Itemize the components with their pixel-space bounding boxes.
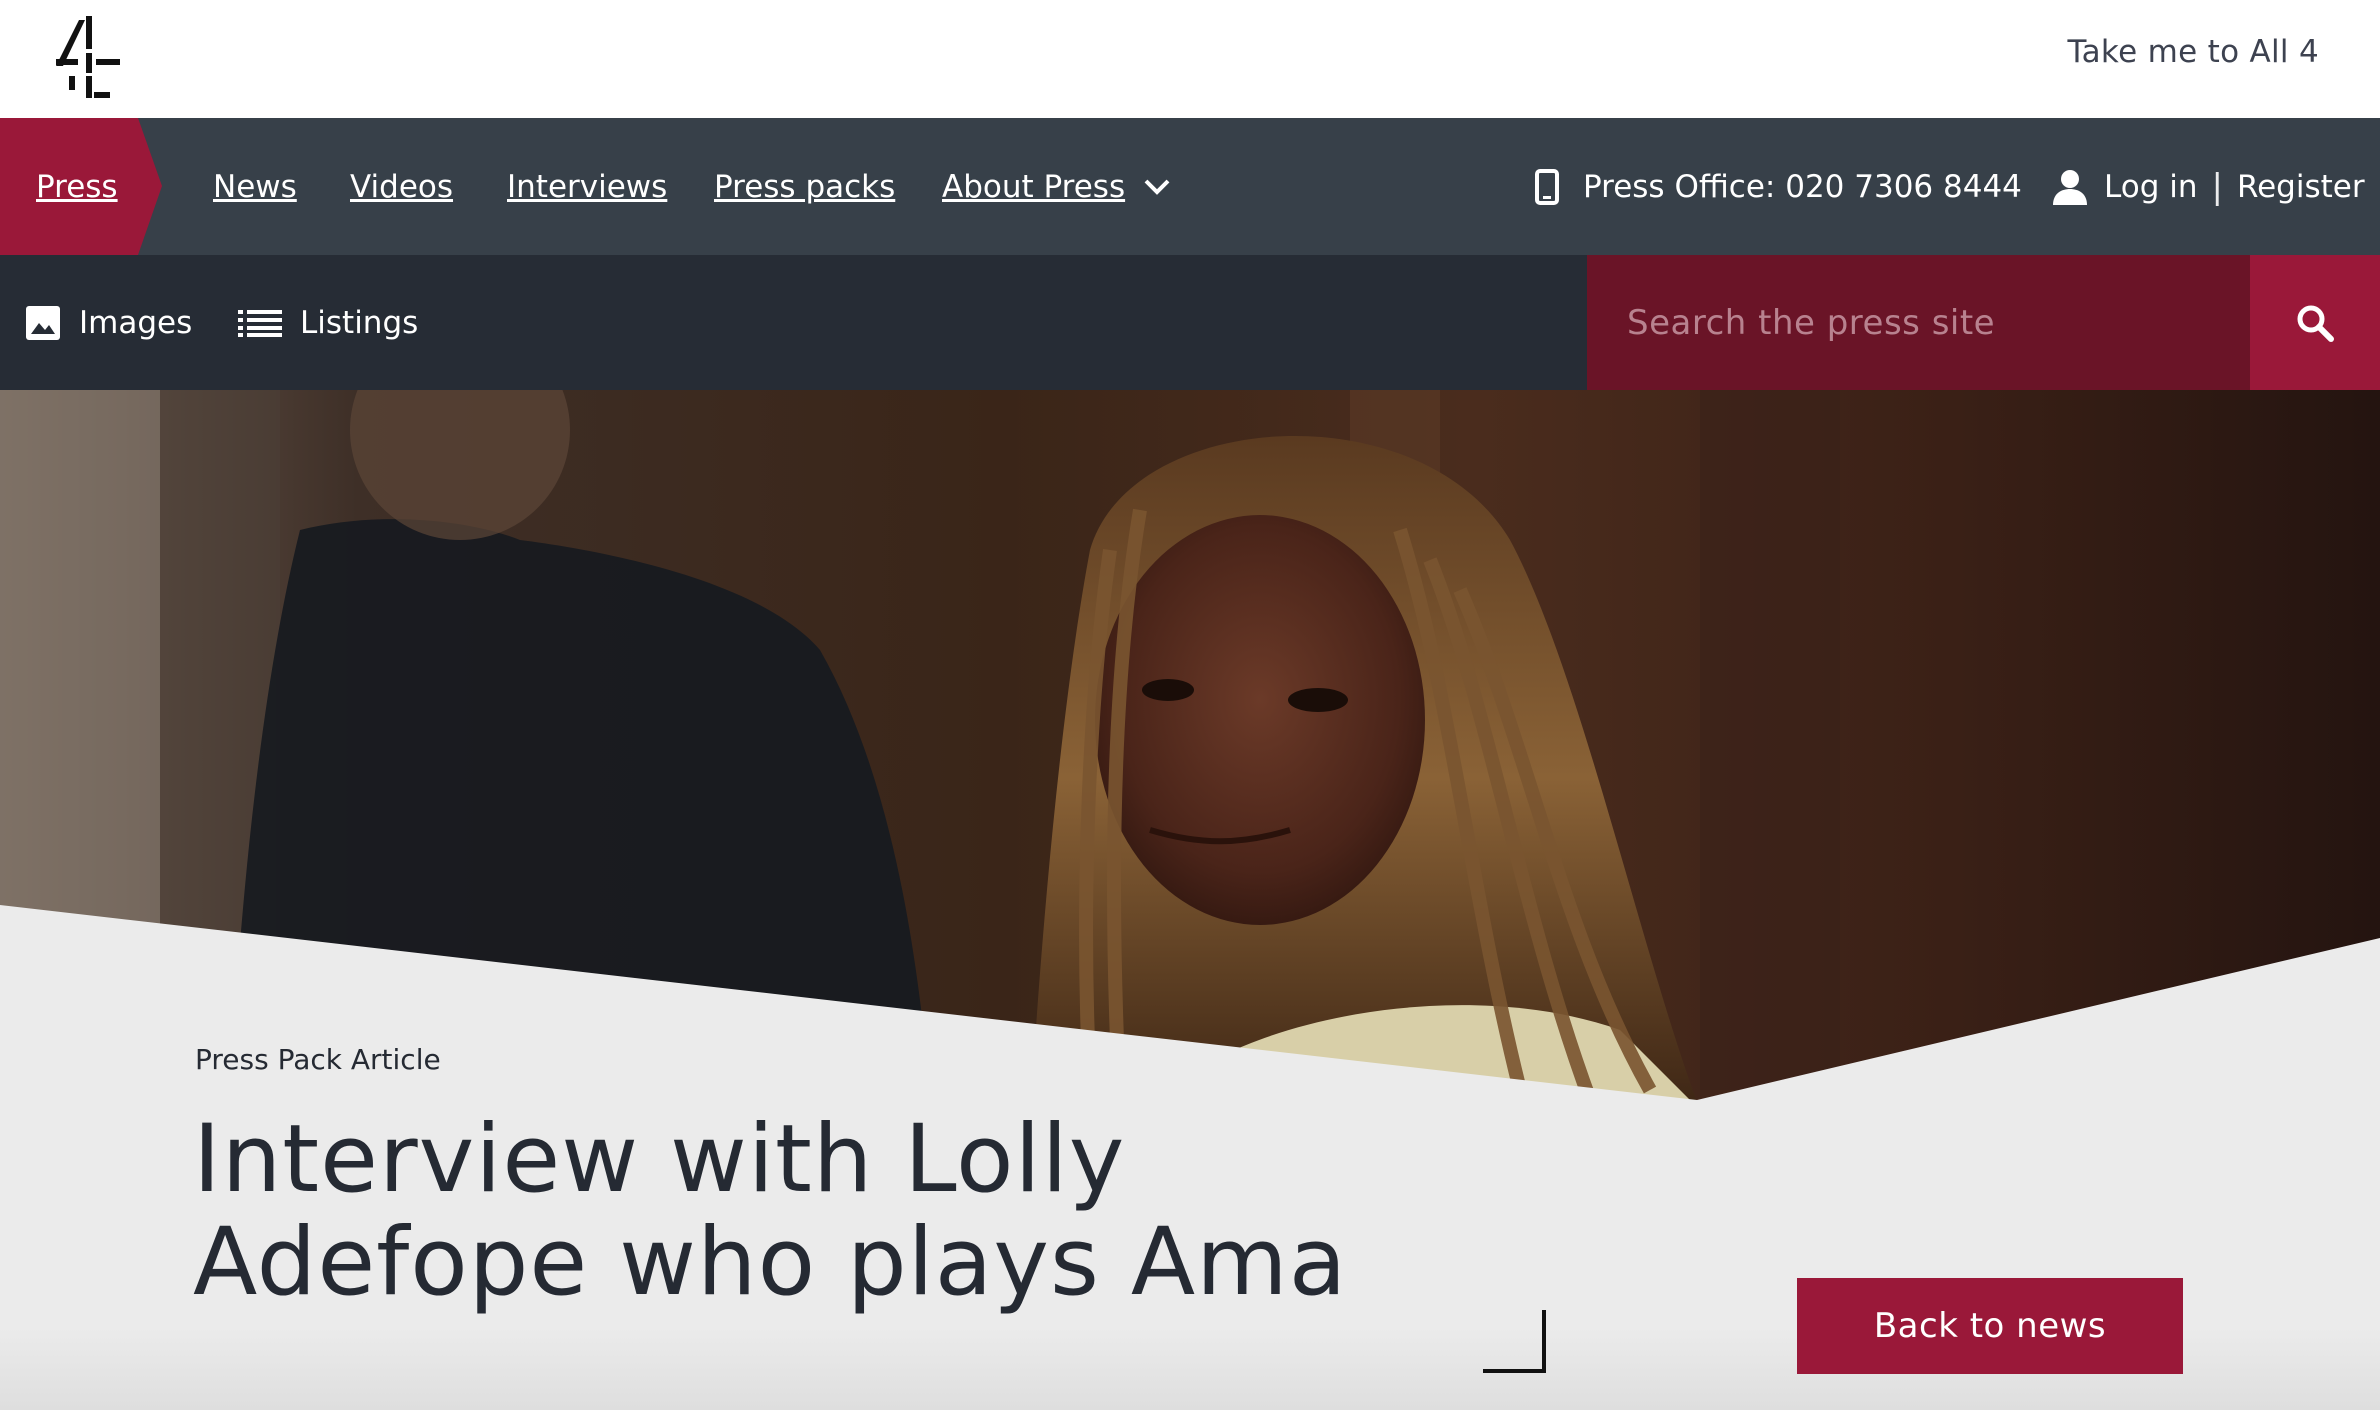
top-header: Take me to All 4 (0, 0, 2380, 118)
article-kicker: Press Pack Article (195, 1043, 441, 1076)
nav-item-images[interactable]: Images (25, 255, 192, 390)
register-link[interactable]: Register (2237, 169, 2365, 205)
take-me-to-all4-link[interactable]: Take me to All 4 (2068, 34, 2319, 70)
search-input[interactable] (1587, 255, 2250, 390)
images-label: Images (79, 304, 193, 341)
about-press-label: About Press (942, 168, 1126, 205)
nav-item-videos[interactable]: Videos (350, 118, 453, 255)
corner-bracket-decoration (1483, 1310, 1546, 1373)
login-link[interactable]: Log in (2104, 169, 2197, 205)
search-icon (2295, 303, 2335, 343)
nav-item-interviews[interactable]: Interviews (507, 118, 667, 255)
press-office-number: Press Office: 020 7306 8444 (1583, 168, 2022, 205)
nav-item-listings[interactable]: Listings (238, 255, 418, 390)
press-home-tab[interactable]: Press (0, 118, 162, 255)
article-title: Interview with Lolly Adefope who plays A… (193, 1105, 1348, 1317)
search-button[interactable] (2250, 255, 2380, 390)
press-office: Press Office: 020 7306 8444 (1535, 118, 2022, 255)
nav-item-news[interactable]: News (213, 118, 297, 255)
user-icon (2052, 169, 2088, 205)
nav-item-press-packs[interactable]: Press packs (714, 118, 895, 255)
phone-icon (1535, 168, 1559, 205)
page: Take me to All 4 Press News Videos Inter… (0, 0, 2380, 1410)
nav-item-about-press[interactable]: About Press (942, 118, 1171, 255)
list-icon (238, 309, 282, 337)
channel-4-logo[interactable] (52, 14, 124, 104)
back-to-news-button[interactable]: Back to news (1797, 1278, 2183, 1374)
secondary-nav: Images Listings (0, 255, 2380, 390)
primary-nav: Press News Videos Interviews Press packs… (0, 118, 2380, 255)
account-separator: | (2211, 166, 2223, 207)
account-links: Log in | Register (2052, 118, 2365, 255)
chevron-down-icon (1143, 178, 1171, 196)
image-icon (25, 305, 61, 341)
listings-label: Listings (300, 304, 419, 341)
